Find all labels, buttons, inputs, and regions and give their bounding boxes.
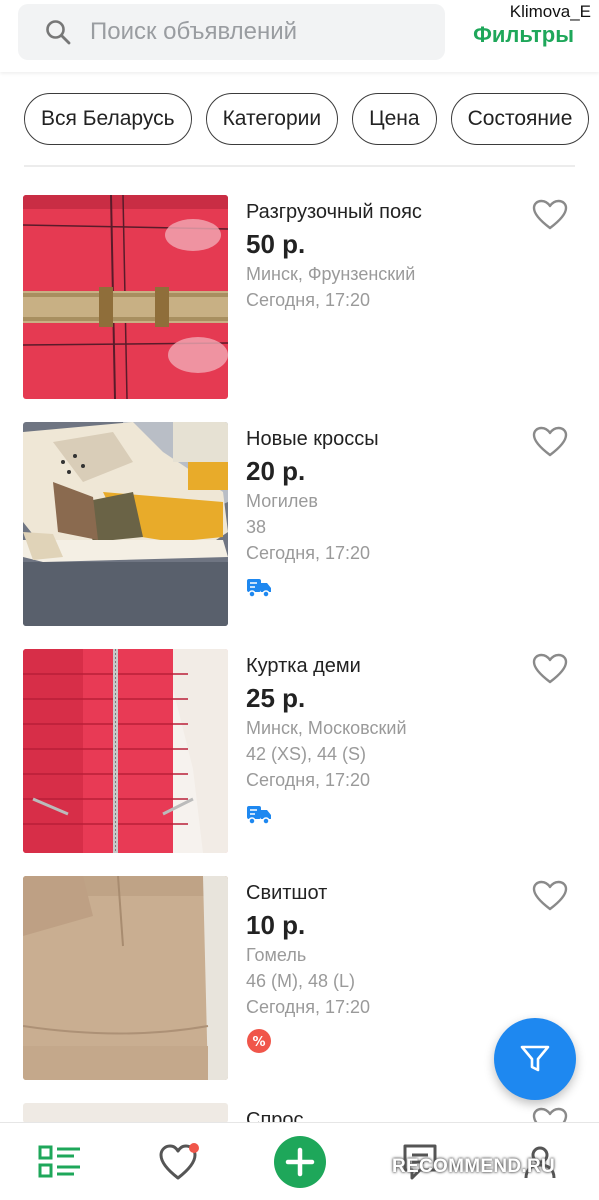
delivery-truck-icon bbox=[247, 579, 271, 598]
listing-item[interactable]: Новые кроссы 20 р. Могилев 38 Сегодня, 1… bbox=[0, 422, 599, 627]
nav-listings[interactable] bbox=[30, 1123, 90, 1200]
chip-region[interactable]: Вся Беларусь bbox=[24, 93, 192, 145]
listing-info: Новые кроссы 20 р. Могилев 38 Сегодня, 1… bbox=[246, 422, 526, 600]
filters-button[interactable]: Фильтры bbox=[473, 22, 574, 48]
chip-condition[interactable]: Состояние bbox=[450, 93, 590, 145]
search-icon bbox=[46, 20, 71, 45]
search-placeholder: Поиск объявлений bbox=[90, 18, 298, 45]
nav-add-listing[interactable] bbox=[270, 1123, 330, 1200]
filter-fab-button[interactable] bbox=[494, 1018, 576, 1100]
listing-title: Разгрузочный пояс bbox=[246, 201, 422, 223]
add-listing-icon bbox=[274, 1136, 326, 1188]
favorite-heart-icon[interactable] bbox=[532, 426, 568, 458]
listing-location: Гомель bbox=[246, 945, 307, 965]
svg-text:%: % bbox=[252, 1035, 265, 1050]
listing-location: Минск, Московский bbox=[246, 718, 407, 738]
listing-info: Свитшот 10 р. Гомель 46 (M), 48 (L) Сего… bbox=[246, 876, 526, 1054]
listing-photo-sneakers[interactable] bbox=[23, 422, 228, 626]
listing-price: 10 р. bbox=[246, 910, 306, 940]
favorite-heart-icon[interactable] bbox=[532, 880, 568, 912]
listing-photo-sweatshirt[interactable] bbox=[23, 876, 228, 1080]
listing-item[interactable]: Куртка деми 25 р. Минск, Московский 42 (… bbox=[0, 649, 599, 854]
search-input[interactable]: Поиск объявлений bbox=[18, 4, 445, 60]
favorite-heart-icon[interactable] bbox=[532, 1107, 568, 1123]
filter-chips: Вся Беларусь Категории Цена Состояние bbox=[24, 93, 590, 145]
discount-percent-icon: % bbox=[247, 1029, 271, 1053]
listing-size: 46 (M), 48 (L) bbox=[246, 971, 356, 991]
listing-location: Могилев bbox=[246, 491, 318, 511]
listing-title: Новые кроссы bbox=[246, 428, 379, 450]
nav-favorites[interactable] bbox=[150, 1123, 210, 1200]
listing-size: 42 (XS), 44 (S) bbox=[246, 744, 367, 764]
listings-icon bbox=[38, 1145, 80, 1178]
listing-title: Свитшот bbox=[246, 882, 328, 904]
listing-title: Спрос bbox=[246, 1109, 304, 1123]
favorites-icon bbox=[159, 1143, 199, 1180]
listing-photo-jacket[interactable] bbox=[23, 649, 228, 853]
listing-location: Минск, Фрунзенский bbox=[246, 264, 416, 284]
listing-info: Куртка деми 25 р. Минск, Московский 42 (… bbox=[246, 649, 526, 827]
listing-date: Сегодня, 17:20 bbox=[246, 290, 371, 310]
listing-info: Разгрузочный пояс 50 р. Минск, Фрунзенск… bbox=[246, 195, 526, 313]
listing-info: Спрос bbox=[246, 1103, 526, 1123]
listing-photo[interactable] bbox=[23, 1103, 228, 1123]
listing-item[interactable]: Разгрузочный пояс 50 р. Минск, Фрунзенск… bbox=[0, 195, 599, 400]
listing-photo-belt[interactable] bbox=[23, 195, 228, 399]
funnel-icon bbox=[520, 1045, 550, 1072]
top-bar: Поиск объявлений Фильтры Klimova_E bbox=[0, 0, 599, 72]
listing-date: Сегодня, 17:20 bbox=[246, 543, 371, 563]
listing-price: 25 р. bbox=[246, 683, 306, 713]
listing-price: 20 р. bbox=[246, 456, 306, 486]
listing-size: 38 bbox=[246, 517, 267, 537]
favorite-heart-icon[interactable] bbox=[532, 653, 568, 685]
divider bbox=[24, 165, 575, 167]
favorite-heart-icon[interactable] bbox=[532, 199, 568, 231]
watermark-username: Klimova_E bbox=[507, 2, 593, 22]
chip-categories[interactable]: Категории bbox=[205, 93, 339, 145]
listing-date: Сегодня, 17:20 bbox=[246, 997, 371, 1017]
delivery-truck-icon bbox=[247, 806, 271, 825]
chip-price[interactable]: Цена bbox=[352, 93, 437, 145]
listing-item[interactable]: Спрос bbox=[0, 1103, 599, 1123]
watermark-site: RECOMMEND.RU bbox=[392, 1156, 555, 1177]
listing-title: Куртка деми bbox=[246, 655, 361, 677]
listing-date: Сегодня, 17:20 bbox=[246, 770, 371, 790]
listing-price: 50 р. bbox=[246, 229, 306, 259]
